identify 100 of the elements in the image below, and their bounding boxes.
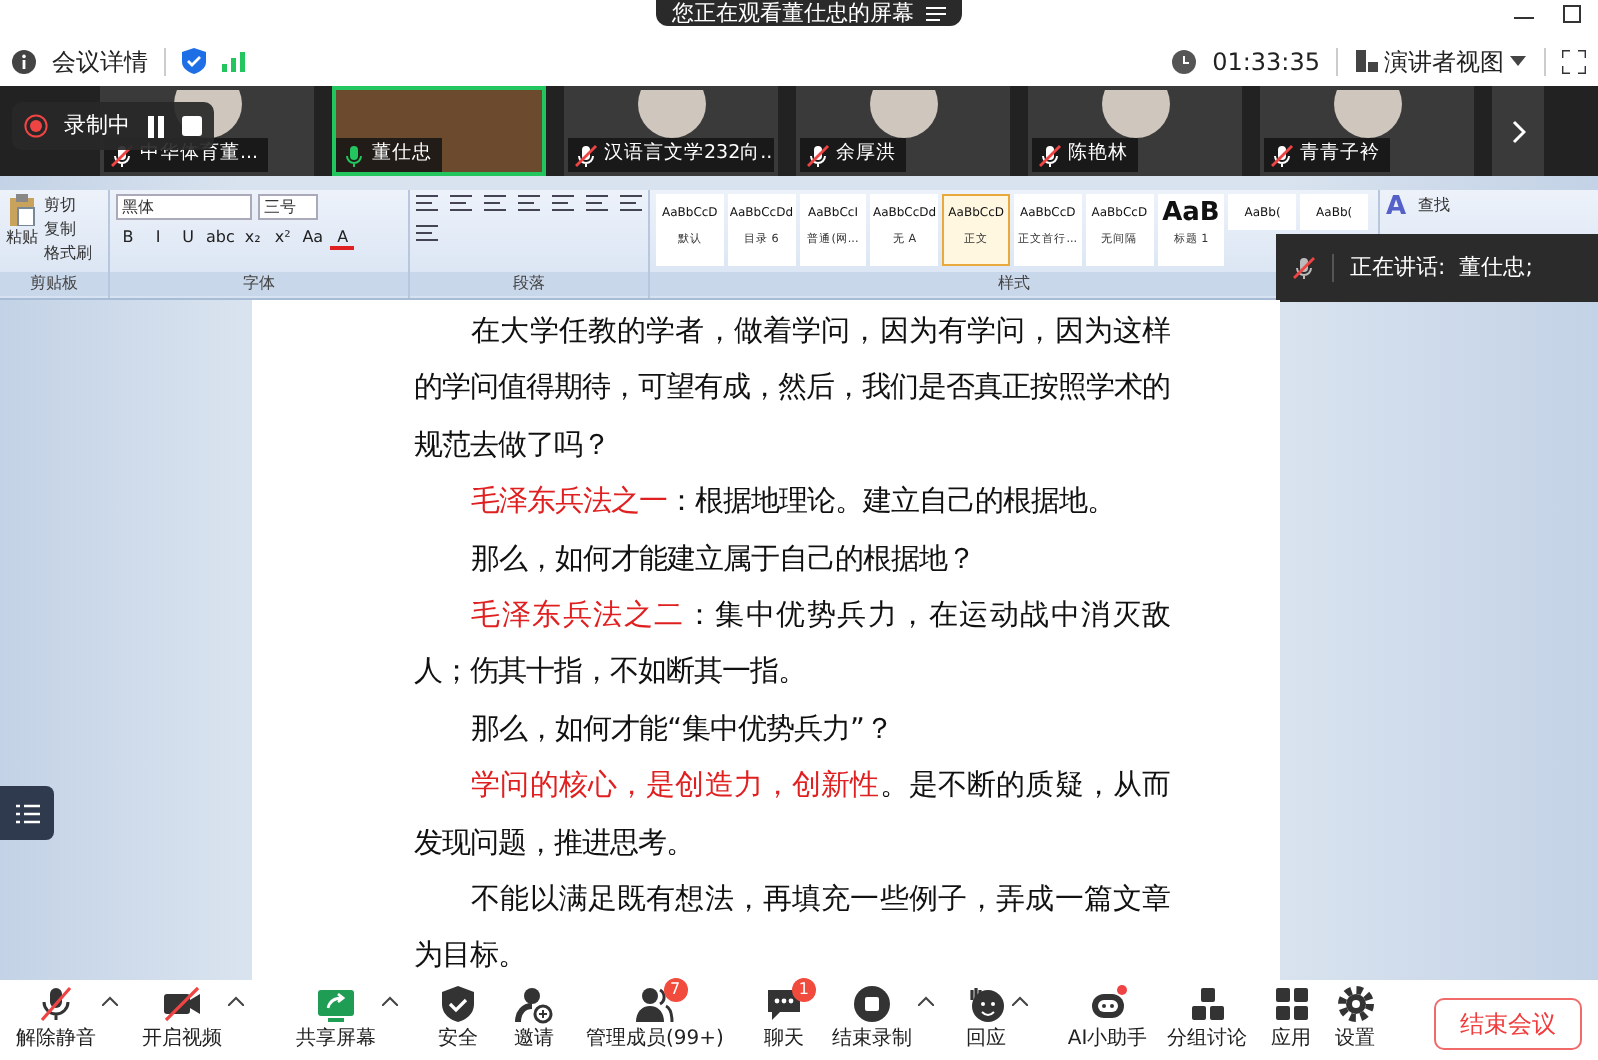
fullscreen-icon[interactable] (1562, 49, 1586, 73)
toolbar-button[interactable]: 安全 (438, 984, 478, 1054)
ribbon-group-label: 段落 (410, 272, 648, 296)
list-icon[interactable] (926, 5, 946, 21)
document-paragraph: 毛泽东兵法之二：集中优势兵力，在运动战中消灭敌人；伤其十指，不如断其一指。 (414, 597, 1170, 693)
ribbon-group-label: 剪贴板 (0, 272, 108, 296)
toolbar-button[interactable]: 解除静音 (16, 984, 96, 1054)
align-lines-icon[interactable] (518, 194, 540, 212)
toolbar-button[interactable]: 设置 (1335, 984, 1376, 1054)
change-styles-button[interactable]: A (1386, 194, 1407, 222)
toolbar-button[interactable]: 回应 (965, 984, 1006, 1054)
participant-name: 董仕忠 (372, 140, 432, 169)
add-person-icon (514, 984, 554, 1024)
toolbar-button[interactable]: 结束录制 (831, 984, 912, 1054)
paste-button[interactable]: 粘贴 (6, 194, 38, 266)
clock-icon (1172, 49, 1197, 73)
recording-label: 录制中 (64, 109, 130, 142)
font-size-field[interactable]: 三号 (258, 194, 318, 220)
clipboard-command[interactable]: 格式刷 (44, 242, 92, 266)
list-toggle-button[interactable] (0, 786, 54, 840)
participant-tile[interactable]: 余厚洪 (796, 86, 1010, 176)
font-color-tool[interactable]: A (330, 226, 355, 250)
participant-name: 陈艳林 (1068, 140, 1128, 169)
document-paragraph: 不能以满足既有想法，再填充一些例子，弄成一篇文章为目标。 (414, 881, 1170, 977)
blocks-icon (1187, 984, 1228, 1024)
info-icon[interactable] (12, 49, 36, 73)
robot-icon (1087, 984, 1128, 1024)
document-paragraph: 那么，如何才能“集中优势兵力”？ (469, 711, 895, 750)
settings-icon (1335, 984, 1376, 1024)
document-paragraph: 那么，如何才能建立属于自己的根据地？ (469, 541, 978, 580)
participant-name: 青青子衿 (1300, 140, 1380, 169)
end-meeting-button[interactable]: 结束会议 (1434, 998, 1582, 1050)
pause-icon[interactable] (146, 115, 166, 137)
paste-label: 粘贴 (6, 226, 38, 250)
align-lines-icon[interactable] (552, 194, 574, 212)
font-name-field[interactable]: 黑体 (116, 194, 252, 220)
toolbar-button[interactable]: 共享屏幕 (296, 984, 376, 1054)
participant-tile[interactable]: 陈艳林 (1028, 86, 1242, 176)
notification-badge: 7 (663, 978, 687, 1002)
participant-name: 中华体育董... (140, 140, 259, 169)
hand-icon (965, 984, 1006, 1024)
caret-up-icon[interactable] (1011, 996, 1028, 1006)
align-lines-icon[interactable] (450, 194, 472, 212)
document-paragraph: 毛泽东兵法之一：根据地理论。建立自己的根据地。 (469, 483, 1118, 523)
people-icon (634, 984, 675, 1024)
find-button[interactable]: 查找 (1418, 194, 1451, 218)
format-tool[interactable]: abc (206, 226, 235, 250)
muted-mic-icon (1292, 256, 1316, 280)
align-lines-icon[interactable] (620, 194, 642, 212)
participant-tile[interactable]: 汉语言文学232向... (564, 86, 778, 176)
caret-up-icon[interactable] (917, 996, 934, 1006)
maximize-icon[interactable] (1562, 4, 1582, 24)
chevron-right-icon (1511, 119, 1525, 143)
ribbon-group-label: 字体 (110, 272, 408, 296)
meeting-details-link[interactable]: 会议详情 (52, 43, 148, 79)
caret-up-icon[interactable] (228, 996, 244, 1006)
chat-icon (763, 984, 804, 1024)
list-icon (15, 803, 39, 823)
view-mode-dropdown[interactable]: 演讲者视图 (1354, 41, 1528, 81)
clipboard-command[interactable]: 剪切 (44, 194, 92, 218)
toolbar-button[interactable]: AI小助手 (1067, 984, 1148, 1054)
participant-name: 余厚洪 (836, 140, 896, 169)
format-tool[interactable]: x² (270, 226, 295, 250)
caret-up-icon[interactable] (382, 996, 398, 1006)
avatar-placeholder (637, 90, 705, 138)
document-paragraph: 学问的核心，是创造力，创新性。是不断的质疑，从而发现问题，推进思考。 (414, 767, 1170, 864)
toolbar-button[interactable]: 应用 (1271, 984, 1312, 1054)
align-lines-icon[interactable] (586, 194, 608, 212)
format-tool[interactable]: x₂ (240, 226, 265, 250)
format-tool[interactable]: Aa (300, 226, 325, 250)
stop-icon (851, 984, 892, 1024)
format-tool[interactable]: B (116, 226, 140, 250)
clipboard-command[interactable]: 复制 (44, 218, 92, 242)
participant-name: 汉语言文学232向... (604, 140, 774, 169)
participant-tile[interactable]: 董仕忠 (332, 86, 546, 176)
banner-text: 您正在观看董仕忠的屏幕 (672, 1, 914, 25)
format-tool[interactable]: I (146, 226, 170, 250)
align-lines-icon[interactable] (416, 224, 438, 242)
document-paragraph: 在大学任教的学者，做着学问，因为有学问，因为这样的学问值得期待，可望有成，然后，我们是否真正按照学术的规范去做了吗？ (414, 313, 1170, 466)
screen-share-icon (316, 984, 356, 1024)
format-tool[interactable]: U (176, 226, 200, 250)
meeting-timer: 01:33:35 (1212, 45, 1320, 79)
avatar-placeholder (1333, 90, 1401, 138)
next-page-button[interactable] (1492, 86, 1544, 176)
align-lines-icon[interactable] (416, 194, 438, 212)
caret-up-icon[interactable] (102, 996, 118, 1006)
toolbar-button[interactable]: 开启视频 (142, 984, 222, 1054)
toolbar-button[interactable]: 分组讨论 (1167, 984, 1248, 1054)
participant-tile[interactable]: 青青子衿 (1260, 86, 1474, 176)
avatar-placeholder (1101, 90, 1169, 138)
caret-icon (1510, 56, 1526, 66)
align-lines-icon[interactable] (484, 194, 506, 212)
clipboard-icon (8, 194, 36, 226)
layout-icon (1356, 50, 1378, 72)
grid-icon (1271, 984, 1312, 1024)
camera-off-icon (162, 984, 202, 1024)
signal-icon (222, 51, 246, 71)
shield-icon[interactable] (182, 48, 206, 74)
toolbar-button[interactable]: 邀请 (514, 984, 554, 1054)
record-icon (24, 114, 48, 138)
